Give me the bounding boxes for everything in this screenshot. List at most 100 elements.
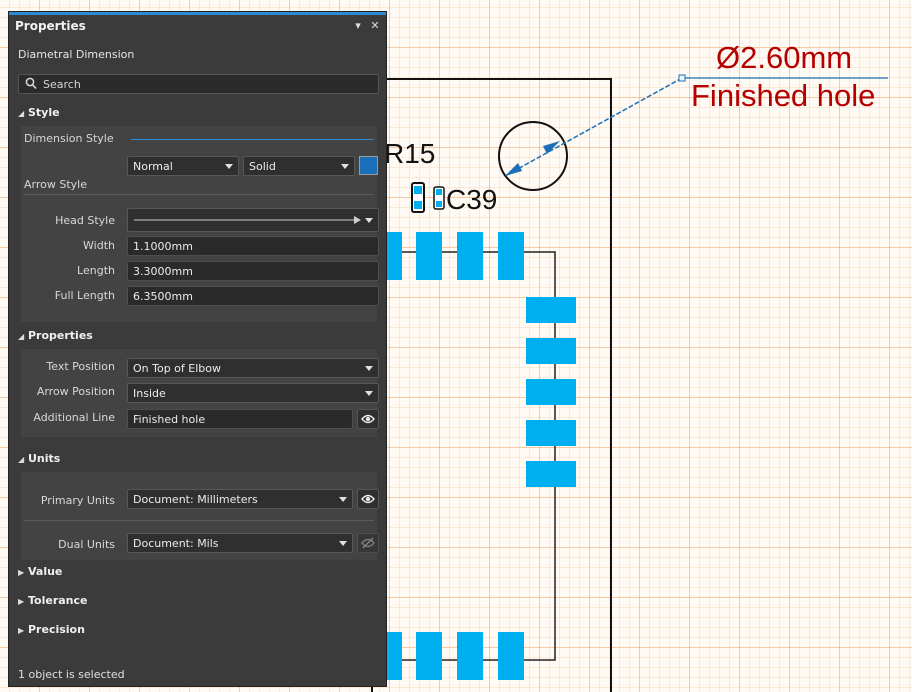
section-properties-title: Properties: [28, 329, 93, 342]
smd-component-c39: [411, 182, 445, 213]
length-field[interactable]: 3.3000mm: [127, 261, 379, 281]
collapse-icon: ◢: [18, 455, 25, 464]
full-length-label: Full Length: [54, 289, 115, 302]
arrow-position-dropdown[interactable]: Inside: [127, 383, 379, 403]
dimension-style-label: Dimension Style: [24, 132, 114, 145]
pad: [526, 420, 576, 446]
section-precision-title: Precision: [28, 623, 85, 636]
chevron-down-icon: [365, 218, 373, 223]
additional-line-value: Finished hole: [133, 413, 206, 426]
dimension-leader: [504, 77, 683, 177]
primary-units-label: Primary Units: [40, 494, 115, 507]
units-section: Primary Units Document: Millimeters Dual…: [21, 472, 379, 560]
arrow-head-preview-icon: [134, 216, 361, 224]
expand-icon: ▶: [18, 626, 25, 635]
additional-line-field[interactable]: Finished hole: [127, 409, 353, 429]
section-units-title: Units: [28, 452, 61, 465]
chevron-down-icon: [341, 164, 349, 169]
primary-units-visibility-button[interactable]: [357, 489, 379, 509]
section-tolerance-title: Tolerance: [28, 594, 88, 607]
pad: [526, 338, 576, 364]
text-position-label: Text Position: [46, 360, 115, 373]
arrow-mode-dropdown[interactable]: Normal: [127, 156, 239, 176]
dimension-handle: [678, 74, 686, 82]
dual-units-dropdown[interactable]: Document: Mils: [127, 533, 353, 553]
expand-icon: ▶: [18, 568, 25, 577]
designator-r15[interactable]: R15: [384, 138, 435, 170]
search-icon: [25, 77, 37, 90]
section-properties-header[interactable]: ◢ Properties: [18, 329, 93, 342]
pad: [416, 232, 442, 280]
section-value-title: Value: [28, 565, 63, 578]
pad: [526, 461, 576, 487]
panel-menu-icon[interactable]: ▾: [351, 18, 365, 34]
pad: [526, 297, 576, 323]
chevron-down-icon: [339, 497, 347, 502]
section-tolerance-header[interactable]: ▶ Tolerance: [18, 594, 88, 607]
visibility-toggle-button[interactable]: [357, 409, 379, 429]
panel-titlebar[interactable]: Properties ▾ ✕: [9, 15, 386, 38]
section-precision-header[interactable]: ▶ Precision: [18, 623, 85, 636]
full-length-field[interactable]: 6.3500mm: [127, 286, 379, 306]
length-value: 3.3000mm: [133, 265, 193, 278]
properties-section: Text Position On Top of Elbow Arrow Posi…: [21, 349, 379, 437]
width-field[interactable]: 1.1000mm: [127, 236, 379, 256]
eye-icon: [361, 414, 375, 424]
selection-status: 1 object is selected: [18, 668, 125, 681]
collapse-icon: ◢: [18, 332, 25, 341]
line-style-dropdown[interactable]: Solid: [243, 156, 355, 176]
divider: [24, 194, 374, 195]
dual-units-visibility-button[interactable]: [357, 533, 379, 553]
width-value: 1.1000mm: [133, 240, 193, 253]
panel-title: Properties: [15, 19, 86, 33]
collapse-icon: ◢: [18, 109, 25, 118]
properties-panel: Properties ▾ ✕ Diametral Dimension Searc…: [8, 11, 387, 687]
right-pads: [526, 297, 576, 487]
search-input[interactable]: Search: [18, 74, 379, 94]
pad: [457, 632, 483, 680]
section-style-header[interactable]: ◢ Style: [18, 106, 60, 119]
section-units-header[interactable]: ◢ Units: [18, 452, 60, 465]
line-style-value: Solid: [249, 160, 276, 173]
finished-hole-text[interactable]: Finished hole: [691, 78, 875, 114]
text-position-dropdown[interactable]: On Top of Elbow: [127, 358, 379, 378]
text-position-value: On Top of Elbow: [133, 362, 221, 375]
pad: [457, 232, 483, 280]
bottom-pads: [376, 632, 524, 680]
divider: [24, 520, 374, 521]
color-swatch[interactable]: [359, 156, 378, 175]
primary-units-dropdown[interactable]: Document: Millimeters: [127, 489, 353, 509]
chevron-down-icon: [339, 541, 347, 546]
eye-icon: [361, 494, 375, 504]
dual-units-label: Dual Units: [58, 538, 115, 551]
head-style-dropdown[interactable]: [127, 208, 379, 232]
designator-c39[interactable]: C39: [446, 184, 497, 216]
arrow-style-label: Arrow Style: [24, 178, 87, 191]
section-value-header[interactable]: ▶ Value: [18, 565, 62, 578]
full-length-value: 6.3500mm: [133, 290, 193, 303]
object-type-label: Diametral Dimension: [18, 48, 135, 61]
section-style-title: Style: [28, 106, 60, 119]
dimension-text[interactable]: Ø2.60mm: [716, 40, 852, 76]
pad: [498, 232, 524, 280]
head-style-label: Head Style: [55, 214, 115, 227]
width-label: Width: [83, 239, 115, 252]
pad: [416, 632, 442, 680]
arrow-position-value: Inside: [133, 387, 166, 400]
pad: [526, 379, 576, 405]
close-icon[interactable]: ✕: [368, 18, 382, 34]
arrow-position-label: Arrow Position: [36, 385, 115, 398]
pad: [498, 632, 524, 680]
arrow-mode-value: Normal: [133, 160, 173, 173]
additional-line-label: Additional Line: [33, 411, 115, 424]
dual-units-value: Document: Mils: [133, 537, 219, 550]
drill-hole: [498, 121, 568, 191]
arrowhead: [505, 163, 522, 176]
top-pads: [376, 232, 524, 280]
chevron-down-icon: [225, 164, 233, 169]
chevron-down-icon: [365, 366, 373, 371]
style-section: Dimension Style Normal Solid Arrow Style…: [21, 126, 379, 322]
eye-hidden-icon: [361, 537, 375, 549]
length-label: Length: [77, 264, 115, 277]
expand-icon: ▶: [18, 597, 25, 606]
